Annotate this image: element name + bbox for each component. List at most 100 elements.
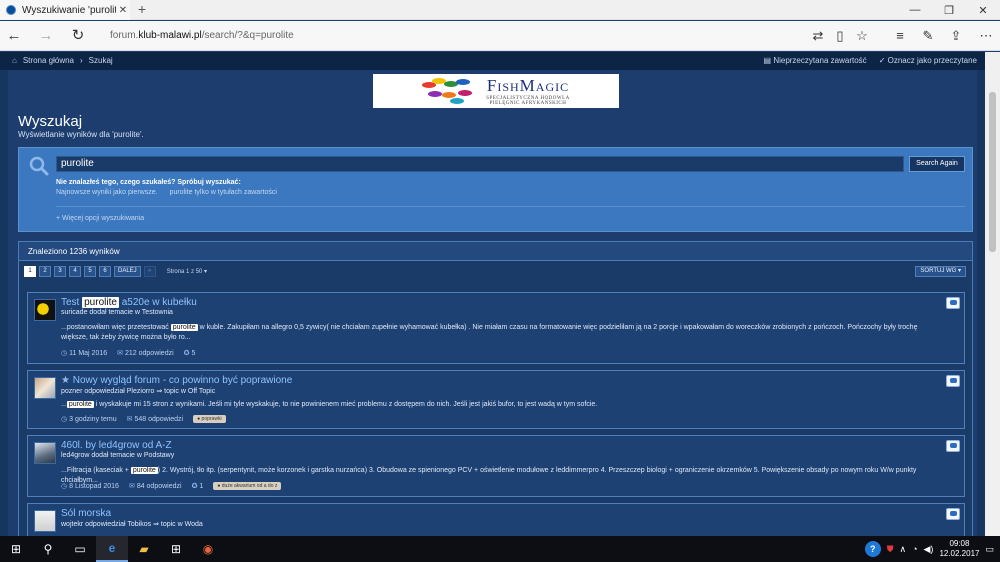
- result-title-link[interactable]: ★ Nowy wygląd forum - co powinno być pop…: [61, 375, 292, 386]
- more-icon[interactable]: ⋯: [976, 26, 996, 46]
- avatar[interactable]: [34, 377, 56, 399]
- star-icon: ★: [61, 375, 73, 386]
- comment-icon: ✉: [128, 483, 135, 490]
- result-title-link[interactable]: Test purolite a520e w kubełku: [61, 297, 197, 308]
- result-reactions: ✪ 1: [192, 482, 204, 490]
- page-6-button[interactable]: 6: [99, 266, 111, 277]
- page-scrollbar[interactable]: [985, 52, 1000, 536]
- titles-only-link[interactable]: purolite tylko w tytułach zawartości: [170, 189, 277, 196]
- result-meta: wojtekr odpowiedział Tobikos ⇒ topic w W…: [61, 521, 203, 528]
- avatar[interactable]: [34, 442, 56, 464]
- result-title-link[interactable]: 460l. by led4grow od A-Z: [61, 440, 172, 451]
- sort-by-button[interactable]: SORTUJ WG ▾: [915, 266, 966, 277]
- page-1-button[interactable]: 1: [24, 266, 36, 277]
- clock-icon: ◷: [61, 350, 68, 357]
- divider: [56, 206, 965, 207]
- avatar[interactable]: [34, 299, 56, 321]
- search-taskbar-icon[interactable]: ⚲: [32, 536, 64, 562]
- forward-arrow-icon[interactable]: →: [36, 26, 56, 46]
- clock-time: 09:08: [949, 539, 970, 548]
- breadcrumb-current[interactable]: Szukaj: [89, 52, 113, 70]
- browser-tab[interactable]: Wyszukiwanie 'purolite' ✕: [0, 0, 130, 20]
- fish-logo-icon: [422, 78, 478, 104]
- file-explorer-icon[interactable]: ▰: [128, 536, 160, 562]
- breadcrumb-separator: ›: [80, 56, 83, 65]
- notifications-icon[interactable]: ▭: [985, 544, 994, 555]
- mark-read-link[interactable]: ✓ Oznacz jako przeczytane: [879, 52, 977, 70]
- tag-badge[interactable]: ● poprawki: [193, 415, 226, 423]
- result-replies: ✉ 548 odpowiedzi: [127, 415, 184, 423]
- translate-icon[interactable]: ⇄: [808, 26, 828, 46]
- edge-browser-icon[interactable]: e: [96, 536, 128, 562]
- reading-view-icon[interactable]: ▯: [830, 26, 850, 46]
- minimize-icon[interactable]: —: [898, 0, 932, 20]
- scrollbar-thumb[interactable]: [989, 92, 996, 252]
- fishmagic-banner[interactable]: FishMagic SPECJALISTYCZNA HODOWLA PIELĘG…: [373, 74, 619, 108]
- page-3-button[interactable]: 3: [54, 266, 66, 277]
- tag-badge[interactable]: ● duże akwarium od a do z: [213, 482, 282, 490]
- new-tab-button[interactable]: +: [134, 2, 150, 18]
- chat-icon[interactable]: [946, 297, 960, 309]
- tag-text: poprawki: [201, 416, 222, 422]
- task-view-icon[interactable]: ▭: [64, 536, 96, 562]
- mark-read-label: Oznacz jako przeczytane: [887, 56, 977, 65]
- tab-close-icon[interactable]: ✕: [116, 5, 130, 16]
- chat-icon[interactable]: [946, 508, 960, 520]
- web-note-icon[interactable]: ✎: [918, 26, 938, 46]
- search-input[interactable]: purolite: [56, 156, 904, 172]
- antivirus-icon[interactable]: ⛊: [887, 544, 894, 555]
- title-text: Nowy wygląd forum - co powinno być popra…: [72, 375, 293, 386]
- page-2-button[interactable]: 2: [39, 266, 51, 277]
- volume-icon[interactable]: ◀): [924, 544, 934, 555]
- back-arrow-icon[interactable]: ←: [4, 26, 24, 46]
- banner-brand: FishMagic: [486, 76, 570, 95]
- chat-icon[interactable]: [946, 440, 960, 452]
- snippet-text: i wyskakuje mi 15 stron z wynikami. Jeśl…: [93, 401, 598, 408]
- url-path: /search/?&q=purolite: [201, 30, 294, 41]
- result-snippet: ... purolite i wyskakuje mi 15 stron z wy…: [61, 400, 941, 410]
- clock[interactable]: 09:08 12.02.2017: [939, 539, 979, 559]
- replies-text: 548 odpowiedzi: [134, 416, 184, 423]
- url-prefix: forum.: [110, 30, 139, 41]
- sort-label: SORTUJ WG: [920, 268, 957, 274]
- result-replies: ✉ 212 odpowiedzi: [117, 349, 174, 357]
- hub-icon[interactable]: ≡: [890, 26, 910, 46]
- page-4-button[interactable]: 4: [69, 266, 81, 277]
- more-options-link[interactable]: + Więcej opcji wyszukiwania: [56, 215, 144, 222]
- topnav-actions: ▤ Nieprzeczytana zawartość ✓ Oznacz jako…: [764, 52, 977, 70]
- favorite-star-icon[interactable]: ☆: [852, 26, 872, 46]
- date-text: 11 Maj 2016: [69, 350, 108, 357]
- refresh-icon[interactable]: ↻: [68, 26, 88, 46]
- show-hidden-icon[interactable]: ∧: [899, 544, 906, 555]
- last-page-button[interactable]: »: [143, 266, 156, 277]
- windows-start-icon[interactable]: ⊞: [0, 536, 32, 562]
- next-page-button[interactable]: DALEJ: [114, 266, 141, 277]
- search-again-button[interactable]: Search Again: [909, 156, 965, 172]
- unread-content-link[interactable]: ▤ Nieprzeczytana zawartość: [764, 52, 867, 70]
- reaction-icon: ✪: [191, 483, 198, 490]
- breadcrumb-home[interactable]: Strona główna: [23, 52, 74, 70]
- store-icon[interactable]: ⊞: [160, 536, 192, 562]
- address-bar[interactable]: forum.klub-malawi.pl/search/?&q=purolite: [110, 28, 710, 44]
- maximize-icon[interactable]: ❐: [932, 0, 966, 20]
- close-window-icon[interactable]: ✕: [966, 0, 1000, 20]
- page-5-button[interactable]: 5: [84, 266, 96, 277]
- avatar[interactable]: [34, 510, 56, 532]
- pagination: 1 2 3 4 5 6 DALEJ » Strona 1 z 50 ▾: [24, 266, 207, 277]
- page-jump-dropdown[interactable]: Strona 1 z 50 ▾: [167, 268, 207, 275]
- result-info: ◷ 11 Maj 2016 ✉ 212 odpowiedzi ✪ 5: [61, 349, 195, 357]
- main-content: FishMagic SPECJALISTYCZNA HODOWLA PIELĘG…: [8, 70, 977, 536]
- network-icon[interactable]: ◔: [912, 544, 917, 554]
- reaction-icon: ✪: [183, 350, 190, 357]
- share-icon[interactable]: ⇪: [946, 26, 966, 46]
- result-title-link[interactable]: Sól morska: [61, 508, 111, 519]
- page-title: Wyszukaj: [18, 113, 83, 130]
- help-icon[interactable]: ?: [864, 541, 881, 557]
- app-icon[interactable]: ◉: [192, 536, 224, 562]
- newest-first-link[interactable]: Najnowsze wyniki jako pierwsze.: [56, 189, 158, 196]
- result-date: ◷ 3 godziny temu: [61, 415, 117, 423]
- search-result: Sól morska wojtekr odpowiedział Tobikos …: [27, 503, 965, 536]
- chat-icon[interactable]: [946, 375, 960, 387]
- results-count: Znaleziono 1236 wyników: [19, 242, 972, 261]
- comment-icon: ✉: [126, 416, 133, 423]
